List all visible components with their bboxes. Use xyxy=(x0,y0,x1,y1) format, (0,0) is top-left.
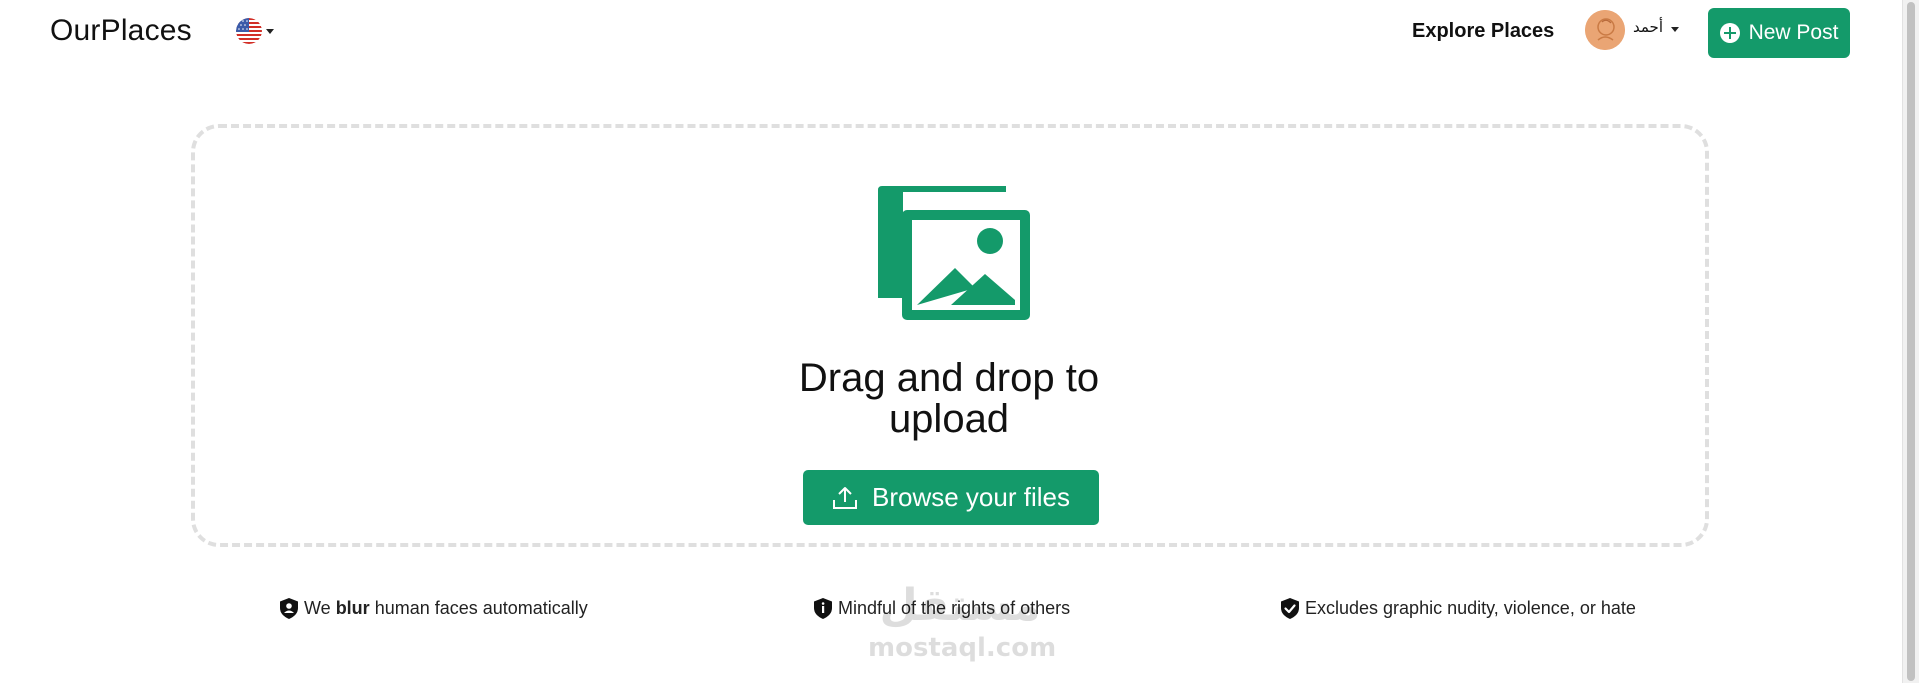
upload-title: Drag and drop to upload xyxy=(798,356,1100,441)
images-icon xyxy=(878,186,1030,320)
feature-text: Mindful of the rights of others xyxy=(838,598,1071,618)
shield-info-icon xyxy=(814,598,832,619)
browse-files-label: Browse your files xyxy=(872,482,1070,512)
chevron-down-icon xyxy=(1671,27,1679,32)
user-name: أحمد xyxy=(1633,18,1663,36)
scrollbar[interactable] xyxy=(1902,0,1919,683)
feature-text-bold: blur xyxy=(335,598,370,618)
explore-places-link[interactable]: Explore Places xyxy=(1412,20,1554,43)
top-navbar: OurPlaces Explore Places أحمد New Post xyxy=(0,0,1902,66)
avatar xyxy=(1585,10,1625,50)
feature-text-post: human faces automatically xyxy=(369,598,588,618)
language-selector[interactable] xyxy=(236,18,274,44)
shield-user-icon xyxy=(280,598,298,619)
shield-check-icon xyxy=(1281,598,1299,619)
watermark: مستقل mostaql.com xyxy=(868,578,1057,683)
watermark-latin: mostaql.com xyxy=(868,633,1057,663)
chevron-down-icon xyxy=(266,28,274,34)
us-flag-icon xyxy=(236,18,262,44)
browse-files-button[interactable]: Browse your files xyxy=(803,470,1099,525)
feature-list: We blur human faces automatically Mindfu… xyxy=(0,598,1902,622)
plus-circle-icon xyxy=(1719,23,1740,43)
scrollbar-thumb[interactable] xyxy=(1907,2,1915,681)
site-logo[interactable]: OurPlaces xyxy=(50,14,192,48)
feature-blur-faces: We blur human faces automatically xyxy=(280,598,588,619)
new-post-label: New Post xyxy=(1748,21,1839,44)
feature-rights: Mindful of the rights of others xyxy=(814,598,1070,619)
upload-icon xyxy=(833,486,858,509)
feature-text-pre: We xyxy=(304,598,336,618)
feature-content-policy: Excludes graphic nudity, violence, or ha… xyxy=(1281,598,1636,619)
new-post-button[interactable]: New Post xyxy=(1708,8,1850,58)
user-menu[interactable]: أحمد xyxy=(1585,10,1679,50)
feature-text: Excludes graphic nudity, violence, or ha… xyxy=(1305,598,1636,618)
upload-dropzone[interactable]: Drag and drop to upload Browse your file… xyxy=(191,124,1709,547)
